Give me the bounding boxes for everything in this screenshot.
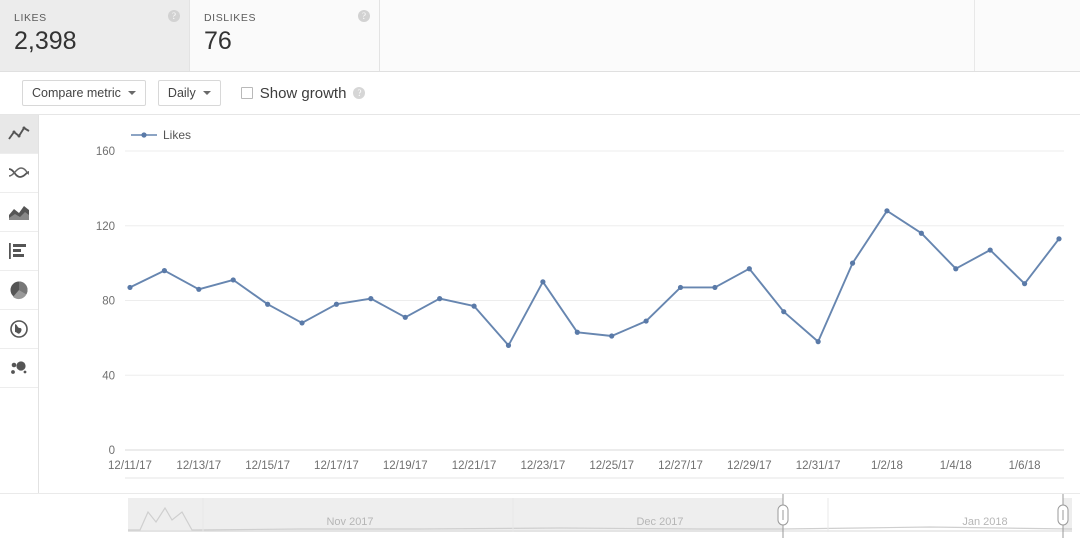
sidebar-item-multi-line-chart[interactable] — [0, 154, 38, 193]
svg-text:12/11/17: 12/11/17 — [108, 460, 152, 472]
chart-plot-region: Likes 0408012016012/11/1712/13/1712/15/1… — [39, 115, 1080, 537]
show-growth-checkbox[interactable] — [241, 87, 253, 99]
date-range-navigator[interactable]: Nov 2017 Dec 2017 Jan 2018 — [0, 493, 1080, 538]
svg-text:12/15/17: 12/15/17 — [245, 460, 290, 472]
svg-text:12/17/17: 12/17/17 — [314, 460, 359, 472]
svg-text:40: 40 — [102, 370, 115, 382]
sidebar-item-line-chart[interactable] — [0, 115, 38, 154]
sidebar-item-pie-chart[interactable] — [0, 271, 38, 310]
svg-text:12/13/17: 12/13/17 — [176, 460, 221, 472]
metric-value-dislikes: 76 — [204, 28, 365, 54]
navigator-track[interactable]: Nov 2017 Dec 2017 Jan 2018 — [0, 494, 1080, 538]
chart-toolbar: Compare metric Daily Show growth ? — [0, 72, 1080, 115]
svg-text:160: 160 — [96, 146, 115, 158]
sidebar-item-bubble-chart[interactable] — [0, 349, 38, 388]
line-chart-icon — [8, 125, 30, 143]
chart-type-sidebar — [0, 115, 39, 537]
likes-line-chart[interactable]: 0 40 80 120 160 12/11/17 12/13/17 12/15/17 12/17… — [39, 115, 1080, 537]
sidebar-item-geography[interactable] — [0, 310, 38, 349]
metric-card-empty-1[interactable] — [380, 0, 975, 71]
svg-text:1/6/18: 1/6/18 — [1009, 460, 1041, 472]
svg-text:12/19/17: 12/19/17 — [383, 460, 428, 472]
metric-label-likes: LIKES — [14, 12, 175, 24]
show-growth-label: Show growth — [260, 85, 347, 102]
bubble-chart-icon — [8, 359, 30, 377]
svg-text:1/2/18: 1/2/18 — [871, 460, 903, 472]
interval-label: Daily — [168, 86, 196, 100]
sidebar-item-bar-chart[interactable] — [0, 232, 38, 271]
svg-text:12/27/17: 12/27/17 — [658, 460, 703, 472]
svg-text:1/4/18: 1/4/18 — [940, 460, 972, 472]
svg-text:12/29/17: 12/29/17 — [727, 460, 772, 472]
metric-card-likes[interactable]: LIKES 2,398 ? — [0, 0, 190, 71]
svg-text:Nov 2017: Nov 2017 — [326, 516, 373, 528]
svg-text:12/23/17: 12/23/17 — [521, 460, 566, 472]
svg-text:12/31/17: 12/31/17 — [796, 460, 841, 472]
sidebar-item-area-chart[interactable] — [0, 193, 38, 232]
help-icon-dislikes[interactable]: ? — [358, 10, 370, 22]
info-icon-show-growth[interactable]: ? — [353, 87, 365, 99]
multi-line-chart-icon — [8, 164, 30, 182]
metric-summary-bar: LIKES 2,398 ? DISLIKES 76 ? — [0, 0, 1080, 72]
show-growth-control[interactable]: Show growth ? — [241, 85, 366, 102]
compare-metric-label: Compare metric — [32, 86, 121, 100]
chevron-down-icon — [128, 91, 136, 95]
geography-globe-icon — [9, 319, 29, 339]
interval-select-button[interactable]: Daily — [158, 80, 221, 106]
svg-text:12/25/17: 12/25/17 — [589, 460, 634, 472]
bar-chart-icon — [8, 242, 30, 260]
help-icon-likes[interactable]: ? — [168, 10, 180, 22]
svg-text:0: 0 — [109, 445, 115, 457]
svg-text:Dec 2017: Dec 2017 — [636, 516, 683, 528]
chart-body: Likes 0408012016012/11/1712/13/1712/15/1… — [0, 115, 1080, 537]
svg-text:Jan 2018: Jan 2018 — [962, 516, 1007, 528]
metric-label-dislikes: DISLIKES — [204, 12, 365, 24]
svg-text:80: 80 — [102, 296, 115, 308]
chevron-down-icon — [203, 91, 211, 95]
svg-text:12/21/17: 12/21/17 — [452, 460, 497, 472]
metric-card-empty-2[interactable] — [975, 0, 1080, 71]
area-chart-icon — [8, 203, 30, 221]
compare-metric-button[interactable]: Compare metric — [22, 80, 146, 106]
pie-chart-icon — [9, 280, 29, 300]
svg-text:120: 120 — [96, 221, 115, 233]
metric-card-dislikes[interactable]: DISLIKES 76 ? — [190, 0, 380, 71]
metric-value-likes: 2,398 — [14, 28, 175, 54]
